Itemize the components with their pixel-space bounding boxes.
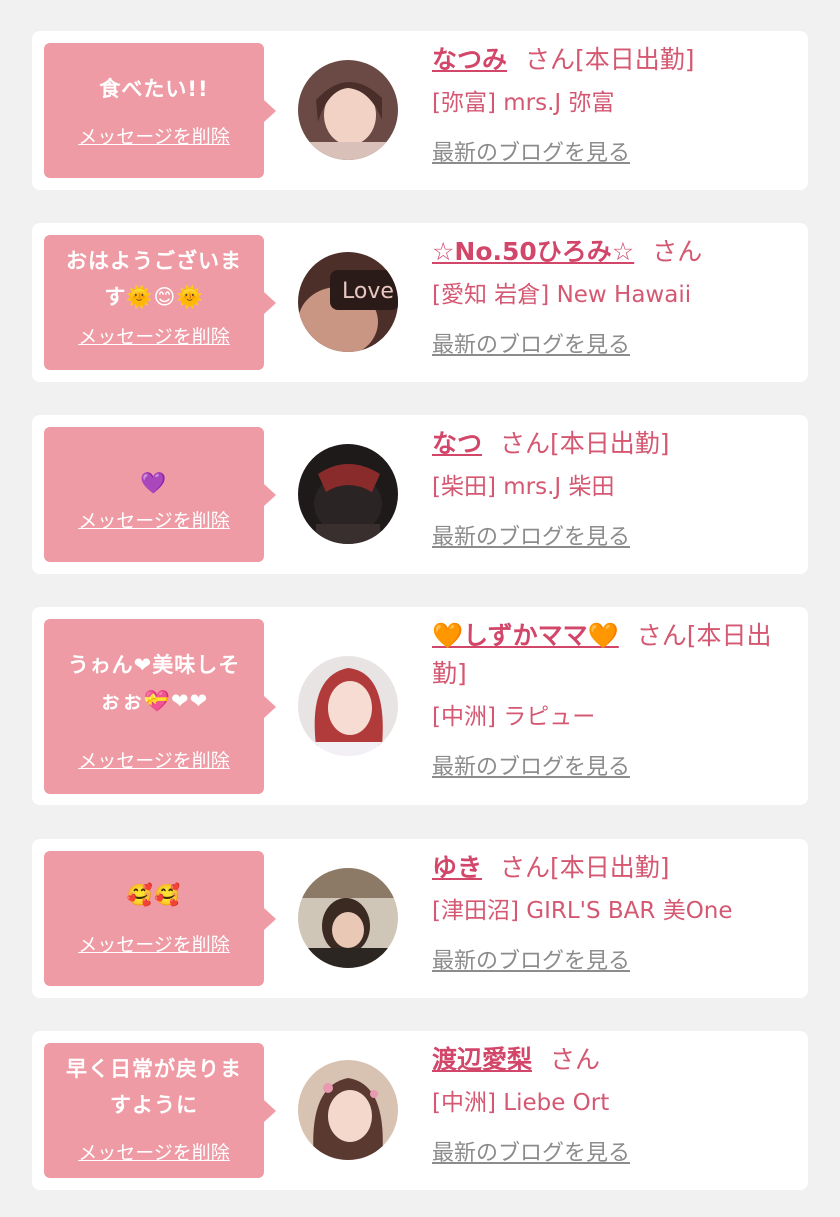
avatar-photo: [298, 868, 398, 968]
message-text: 💜: [140, 471, 168, 495]
shop-name: [中洲] ラピュー: [432, 704, 596, 730]
message-bubble: 🥰🥰 メッセージを削除: [44, 851, 276, 986]
latest-blog-link[interactable]: 最新のブログを見る: [432, 523, 630, 553]
cast-name-link[interactable]: ゆき: [432, 853, 482, 882]
entry-info: なつ さん[本日出勤] [柴田] mrs.J 柴田 最新のブログを見る: [432, 425, 794, 553]
cast-name-link[interactable]: なつ: [432, 429, 482, 458]
message-bubble: 💜 メッセージを削除: [44, 427, 276, 562]
message-text: おはようございま す🌞😊🌞: [66, 249, 242, 309]
message-bubble: おはようございま す🌞😊🌞 メッセージを削除: [44, 235, 276, 370]
message-card: 💜 メッセージを削除 なつ さん[本日出勤] [柴田] mrs.J 柴田 最新のブ…: [32, 415, 808, 574]
shop-name: [愛知 岩倉] New Hawaii: [432, 282, 692, 308]
avatar[interactable]: [298, 1060, 398, 1160]
avatar-photo: [298, 60, 398, 160]
message-card: 食べたい!! メッセージを削除 なつみ さん[本日出勤] [弥富] mrs.J 弥…: [32, 31, 808, 190]
avatar-photo: [298, 1060, 398, 1160]
cast-name-link[interactable]: なつみ: [432, 45, 507, 74]
cast-name-link[interactable]: 🧡しずかママ🧡: [432, 621, 619, 650]
name-suffix: さん: [652, 237, 703, 266]
message-text: うゎん❤美味しそ ぉぉ💝❤❤: [67, 653, 241, 713]
avatar[interactable]: [298, 656, 398, 756]
latest-blog-link[interactable]: 最新のブログを見る: [432, 947, 630, 977]
message-bubble: 早く日常が戻りま すように メッセージを削除: [44, 1043, 276, 1178]
entry-info: 渡辺愛梨 さん [中洲] Liebe Ort 最新のブログを見る: [432, 1041, 794, 1169]
shop-name: [中洲] Liebe Ort: [432, 1090, 610, 1116]
avatar[interactable]: Love: [298, 252, 398, 352]
message-card: おはようございま す🌞😊🌞 メッセージを削除 Love ☆No.50ひろみ☆ さん…: [32, 223, 808, 382]
name-suffix: さん[本日出勤]: [500, 853, 670, 882]
latest-blog-link[interactable]: 最新のブログを見る: [432, 753, 630, 783]
delete-message-link[interactable]: メッセージを削除: [44, 125, 264, 149]
entry-info: 🧡しずかママ🧡 さん[本日出勤] [中洲] ラピュー 最新のブログを見る: [432, 617, 794, 783]
delete-message-link[interactable]: メッセージを削除: [44, 509, 264, 533]
avatar-photo: Love: [298, 252, 398, 352]
delete-message-link[interactable]: メッセージを削除: [44, 749, 264, 773]
message-text: 🥰🥰: [126, 883, 182, 907]
message-list: 食べたい!! メッセージを削除 なつみ さん[本日出勤] [弥富] mrs.J 弥…: [0, 0, 840, 1217]
message-card: うゎん❤美味しそ ぉぉ💝❤❤ メッセージを削除 🧡しずかママ🧡 さん[本日出勤] …: [32, 607, 808, 805]
avatar[interactable]: [298, 868, 398, 968]
avatar[interactable]: [298, 60, 398, 160]
svg-text:Love: Love: [342, 279, 394, 304]
latest-blog-link[interactable]: 最新のブログを見る: [432, 139, 630, 169]
cast-name-link[interactable]: 渡辺愛梨: [432, 1045, 532, 1074]
entry-info: ゆき さん[本日出勤] [津田沼] GIRL'S BAR 美One 最新のブログを…: [432, 849, 794, 977]
shop-name: [柴田] mrs.J 柴田: [432, 474, 615, 500]
avatar[interactable]: [298, 444, 398, 544]
shop-name: [弥富] mrs.J 弥富: [432, 90, 615, 116]
latest-blog-link[interactable]: 最新のブログを見る: [432, 331, 630, 361]
message-text: 食べたい!!: [99, 77, 209, 101]
cast-name-link[interactable]: ☆No.50ひろみ☆: [432, 237, 634, 266]
avatar-photo: [298, 656, 398, 756]
delete-message-link[interactable]: メッセージを削除: [44, 1141, 264, 1165]
shop-name: [津田沼] GIRL'S BAR 美One: [432, 898, 733, 924]
name-suffix: さん[本日出勤]: [500, 429, 670, 458]
latest-blog-link[interactable]: 最新のブログを見る: [432, 1139, 630, 1169]
name-suffix: さん[本日出勤]: [525, 45, 695, 74]
message-text: 早く日常が戻りま すように: [66, 1057, 242, 1117]
avatar-photo: [298, 444, 398, 544]
message-card: 早く日常が戻りま すように メッセージを削除 渡辺愛梨 さん [中洲] Liebe…: [32, 1031, 808, 1190]
message-bubble: 食べたい!! メッセージを削除: [44, 43, 276, 178]
name-suffix: さん: [550, 1045, 601, 1074]
entry-info: なつみ さん[本日出勤] [弥富] mrs.J 弥富 最新のブログを見る: [432, 41, 794, 169]
message-card: 🥰🥰 メッセージを削除 ゆき さん[本日出勤] [津田沼] GIRL'S BAR …: [32, 839, 808, 998]
message-bubble: うゎん❤美味しそ ぉぉ💝❤❤ メッセージを削除: [44, 619, 276, 794]
delete-message-link[interactable]: メッセージを削除: [44, 933, 264, 957]
delete-message-link[interactable]: メッセージを削除: [44, 325, 264, 349]
entry-info: ☆No.50ひろみ☆ さん [愛知 岩倉] New Hawaii 最新のブログを見…: [432, 233, 794, 361]
